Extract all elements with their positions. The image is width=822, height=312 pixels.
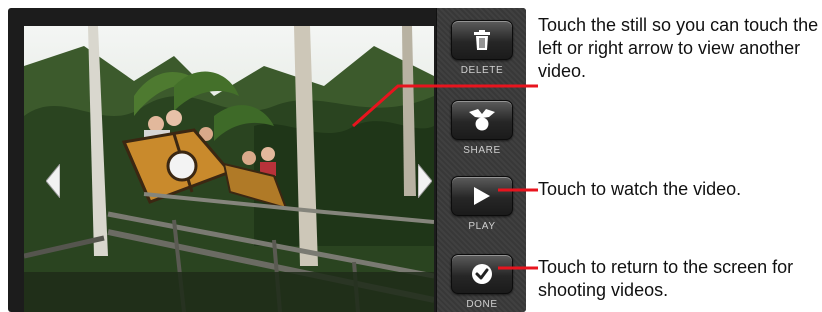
still-callout-text: Touch the still so you can touch the lef… (538, 15, 819, 81)
previous-video-arrow[interactable] (46, 164, 60, 198)
video-still-image (24, 26, 434, 312)
done-callout-text: Touch to return to the screen for shooti… (538, 257, 794, 300)
done-button[interactable] (451, 254, 513, 294)
delete-control: DELETE (437, 20, 526, 76)
play-label: PLAY (468, 221, 496, 232)
arrow-left-icon (46, 164, 60, 198)
check-icon (472, 264, 492, 284)
play-callout-text: Touch to watch the video. (538, 179, 742, 199)
share-icon (469, 109, 495, 131)
action-sidebar: DELETE SHARE PLAY DONE (436, 8, 526, 312)
video-still[interactable] (24, 26, 434, 312)
done-control: DONE (437, 254, 526, 310)
play-icon (474, 187, 490, 205)
delete-label: DELETE (460, 65, 504, 76)
share-control: SHARE (437, 100, 526, 156)
play-button[interactable] (451, 176, 513, 216)
next-video-arrow[interactable] (418, 164, 432, 198)
delete-button[interactable] (451, 20, 513, 60)
done-label: DONE (466, 299, 498, 310)
trash-icon (474, 30, 490, 50)
share-label: SHARE (463, 145, 501, 156)
arrow-right-icon (418, 164, 432, 198)
play-control: PLAY (437, 176, 526, 232)
video-review-screen: DELETE SHARE PLAY DONE (8, 8, 526, 312)
share-button[interactable] (451, 100, 513, 140)
